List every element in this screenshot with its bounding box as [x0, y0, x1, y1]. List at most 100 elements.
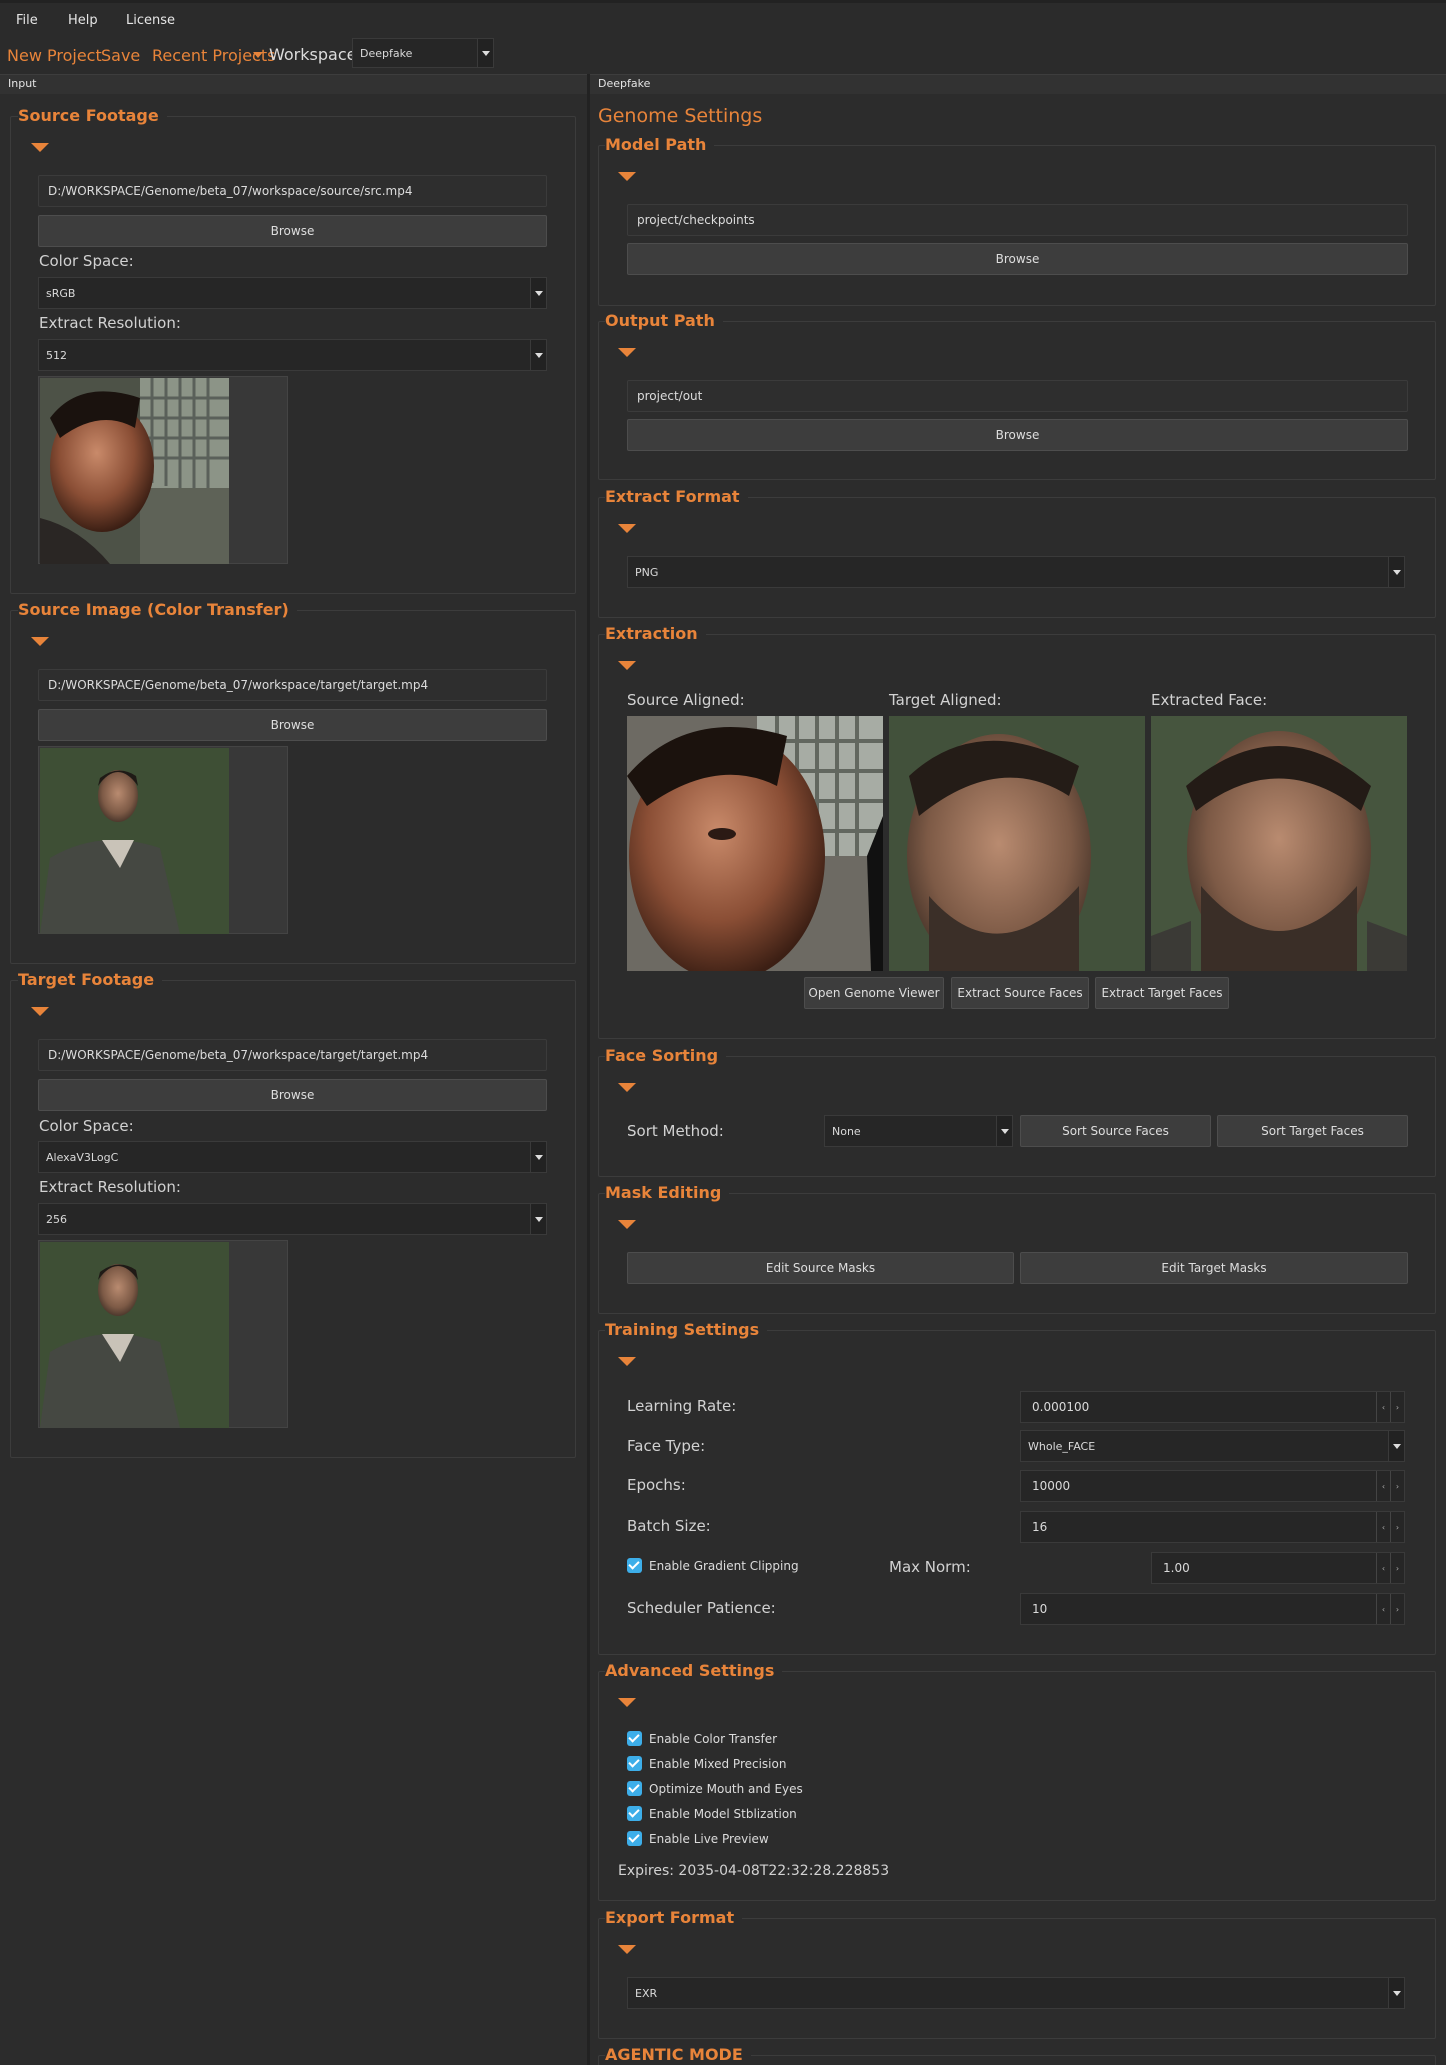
- extract-target-faces-button[interactable]: Extract Target Faces: [1095, 977, 1229, 1009]
- source-image-path-input[interactable]: D:/WORKSPACE/Genome/beta_07/workspace/ta…: [38, 669, 547, 701]
- target-color-space-label: Color Space:: [39, 1117, 134, 1135]
- checkbox-checked-icon: [627, 1781, 642, 1796]
- export-format-select[interactable]: EXR: [627, 1977, 1405, 2009]
- collapse-export-format-icon[interactable]: [618, 1945, 636, 1954]
- step-down-icon[interactable]: ‹: [1376, 1553, 1390, 1583]
- optimize-mouth-eyes-checkbox[interactable]: Optimize Mouth and Eyes: [627, 1781, 803, 1796]
- step-up-icon[interactable]: ›: [1390, 1512, 1404, 1542]
- chevron-down-icon: [996, 1116, 1012, 1146]
- sort-source-faces-button[interactable]: Sort Source Faces: [1020, 1115, 1211, 1147]
- step-down-icon[interactable]: ‹: [1376, 1594, 1390, 1624]
- batch-size-label: Batch Size:: [627, 1517, 711, 1535]
- step-up-icon[interactable]: ›: [1390, 1553, 1404, 1583]
- step-down-icon[interactable]: ‹: [1376, 1392, 1390, 1422]
- learning-rate-spinbox[interactable]: 0.000100 ‹ ›: [1020, 1391, 1405, 1423]
- collapse-target-footage-icon[interactable]: [31, 1007, 49, 1016]
- face-sorting-title: Face Sorting: [605, 1046, 727, 1065]
- source-footage-path-input[interactable]: D:/WORKSPACE/Genome/beta_07/workspace/so…: [38, 175, 547, 207]
- target-footage-path-input[interactable]: D:/WORKSPACE/Genome/beta_07/workspace/ta…: [38, 1039, 547, 1071]
- sort-method-value: None: [832, 1124, 861, 1138]
- target-extract-res-label: Extract Resolution:: [39, 1178, 181, 1196]
- source-color-space-label: Color Space:: [39, 252, 134, 270]
- collapse-model-path-icon[interactable]: [618, 172, 636, 181]
- source-footage-thumbnail: [40, 378, 229, 564]
- source-image-title: Source Image (Color Transfer): [18, 600, 297, 619]
- batch-size-spinbox[interactable]: 16 ‹ ›: [1020, 1511, 1405, 1543]
- source-color-space-select[interactable]: sRGB: [38, 277, 547, 309]
- collapse-extract-format-icon[interactable]: [618, 524, 636, 533]
- enable-live-preview-checkbox[interactable]: Enable Live Preview: [627, 1831, 769, 1846]
- menu-help[interactable]: Help: [68, 13, 98, 28]
- source-aligned-label: Source Aligned:: [627, 691, 745, 709]
- output-path-input[interactable]: project/out: [627, 380, 1408, 412]
- step-down-icon[interactable]: ‹: [1376, 1471, 1390, 1501]
- edit-source-masks-button[interactable]: Edit Source Masks: [627, 1252, 1014, 1284]
- recent-projects-chevron-icon: [253, 52, 263, 58]
- source-image-browse-button[interactable]: Browse: [38, 709, 547, 741]
- step-up-icon[interactable]: ›: [1390, 1392, 1404, 1422]
- gradient-clipping-checkbox[interactable]: Enable Gradient Clipping: [627, 1558, 799, 1573]
- target-color-space-select[interactable]: AlexaV3LogC: [38, 1141, 547, 1173]
- source-color-space-value: sRGB: [46, 286, 76, 300]
- collapse-mask-editing-icon[interactable]: [618, 1220, 636, 1229]
- scheduler-patience-spinbox[interactable]: 10 ‹ ›: [1020, 1593, 1405, 1625]
- license-expires-text: Expires: 2035-04-08T22:32:28.228853: [618, 1863, 890, 1879]
- workspace-select[interactable]: Deepfake: [352, 38, 494, 68]
- workspace-value: Deepfake: [360, 46, 413, 60]
- deepfake-dock-title: Deepfake: [590, 74, 1446, 94]
- extract-source-faces-button[interactable]: Extract Source Faces: [951, 977, 1089, 1009]
- step-down-icon[interactable]: ‹: [1376, 1512, 1390, 1542]
- checkbox-checked-icon: [627, 1806, 642, 1821]
- menu-file[interactable]: File: [16, 13, 38, 28]
- sort-target-faces-button[interactable]: Sort Target Faces: [1217, 1115, 1408, 1147]
- face-type-label: Face Type:: [627, 1437, 706, 1455]
- step-up-icon[interactable]: ›: [1390, 1471, 1404, 1501]
- collapse-source-image-icon[interactable]: [31, 637, 49, 646]
- model-path-input[interactable]: project/checkpoints: [627, 204, 1408, 236]
- enable-color-transfer-checkbox[interactable]: Enable Color Transfer: [627, 1731, 777, 1746]
- checkbox-checked-icon: [627, 1756, 642, 1771]
- collapse-source-footage-icon[interactable]: [31, 143, 49, 152]
- source-footage-browse-button[interactable]: Browse: [38, 215, 547, 247]
- extracted-face-image: [1151, 716, 1407, 971]
- new-project-button[interactable]: New Project: [7, 46, 102, 65]
- learning-rate-label: Learning Rate:: [627, 1397, 737, 1415]
- max-norm-spinbox[interactable]: 1.00 ‹ ›: [1151, 1552, 1405, 1584]
- extract-format-value: PNG: [635, 565, 659, 579]
- source-image-thumbnail: [40, 748, 229, 934]
- scheduler-patience-label: Scheduler Patience:: [627, 1599, 776, 1617]
- source-extract-res-label: Extract Resolution:: [39, 314, 181, 332]
- face-type-select[interactable]: Whole_FACE: [1020, 1430, 1405, 1462]
- checkbox-checked-icon: [627, 1558, 642, 1573]
- collapse-output-path-icon[interactable]: [618, 348, 636, 357]
- target-footage-preview: [38, 1240, 288, 1428]
- collapse-face-sorting-icon[interactable]: [618, 1083, 636, 1092]
- dock-splitter[interactable]: [587, 74, 590, 2065]
- sort-method-select[interactable]: None: [824, 1115, 1013, 1147]
- step-up-icon[interactable]: ›: [1390, 1594, 1404, 1624]
- enable-model-stabilization-checkbox[interactable]: Enable Model Stblization: [627, 1806, 797, 1821]
- menu-license[interactable]: License: [126, 13, 175, 28]
- extract-format-select[interactable]: PNG: [627, 556, 1405, 588]
- collapse-advanced-settings-icon[interactable]: [618, 1698, 636, 1707]
- option-label: Enable Model Stblization: [649, 1806, 797, 1821]
- output-path-browse-button[interactable]: Browse: [627, 419, 1408, 451]
- target-footage-title: Target Footage: [18, 970, 163, 989]
- target-footage-browse-button[interactable]: Browse: [38, 1079, 547, 1111]
- save-button[interactable]: Save: [101, 46, 140, 65]
- enable-mixed-precision-checkbox[interactable]: Enable Mixed Precision: [627, 1756, 786, 1771]
- edit-target-masks-button[interactable]: Edit Target Masks: [1020, 1252, 1408, 1284]
- collapse-training-settings-icon[interactable]: [618, 1357, 636, 1366]
- max-norm-label: Max Norm:: [889, 1558, 971, 1576]
- source-image-preview: [38, 746, 288, 934]
- chevron-down-icon: [530, 1142, 546, 1172]
- target-extract-res-select[interactable]: 256: [38, 1203, 547, 1235]
- open-genome-viewer-button[interactable]: Open Genome Viewer: [804, 977, 944, 1009]
- toolbar: New Project Save Recent Projects Workspa…: [0, 36, 1446, 74]
- collapse-extraction-icon[interactable]: [618, 661, 636, 670]
- target-aligned-image: [889, 716, 1145, 971]
- training-settings-title: Training Settings: [605, 1320, 768, 1339]
- source-extract-res-select[interactable]: 512: [38, 339, 547, 371]
- epochs-spinbox[interactable]: 10000 ‹ ›: [1020, 1470, 1405, 1502]
- model-path-browse-button[interactable]: Browse: [627, 243, 1408, 275]
